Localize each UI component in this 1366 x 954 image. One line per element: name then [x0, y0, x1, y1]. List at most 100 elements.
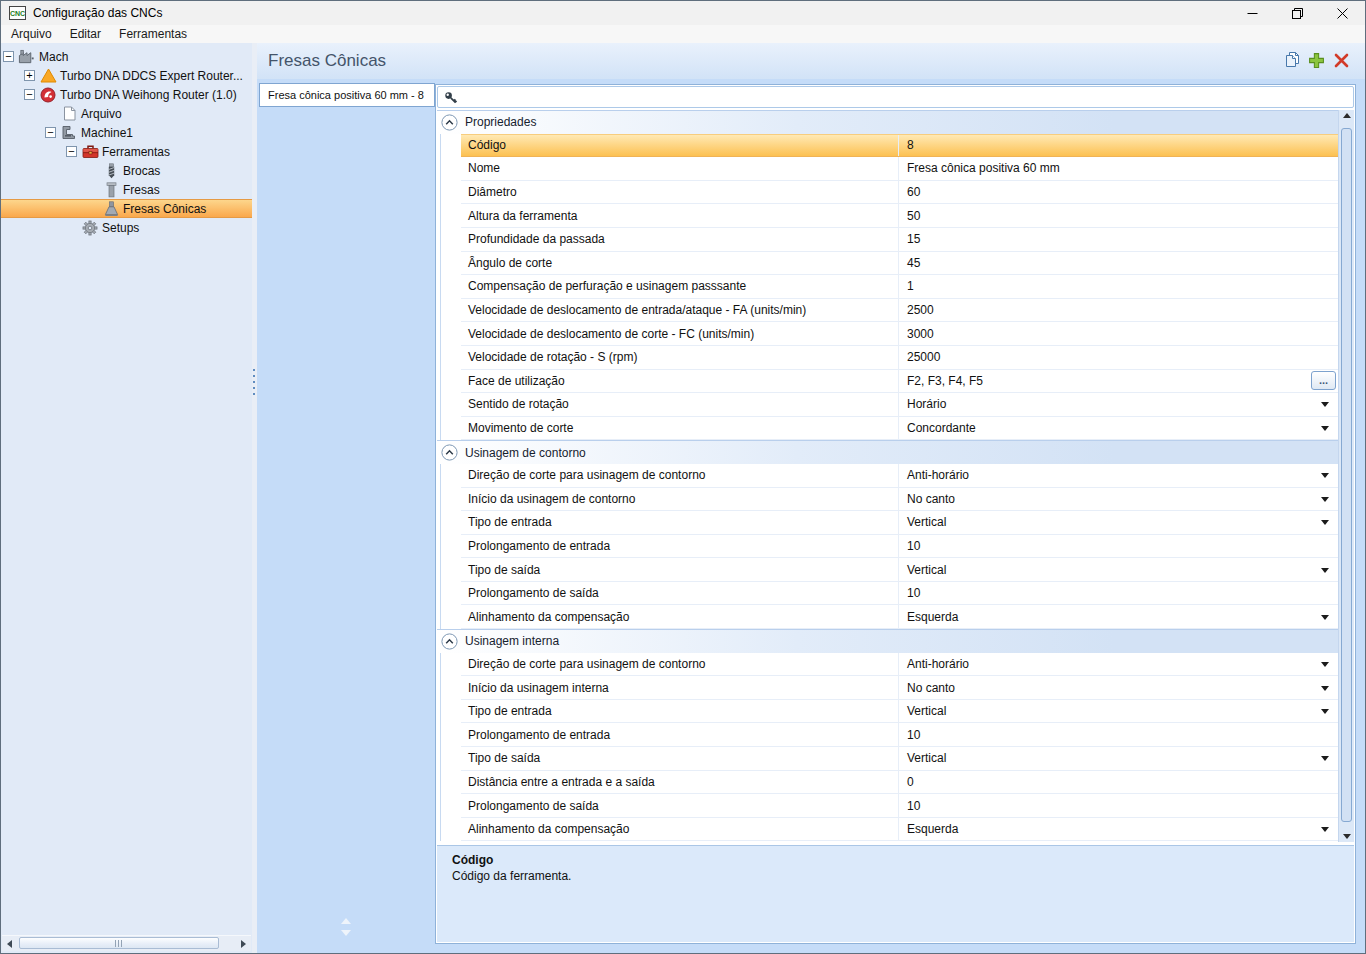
property-row[interactable]: Diâmetro60	[461, 181, 1338, 205]
collapse-icon[interactable]: −	[24, 89, 35, 100]
collapse-chevron-icon[interactable]	[441, 444, 458, 461]
property-value[interactable]: Concordante	[898, 417, 1338, 440]
collapse-chevron-icon[interactable]	[441, 114, 458, 131]
property-row[interactable]: Velocidade de rotação - S (rpm)25000	[461, 346, 1338, 370]
scroll-down-arrow[interactable]	[1339, 834, 1354, 839]
property-value[interactable]: Esquerda	[898, 605, 1338, 628]
section-header[interactable]: Propriedades	[437, 110, 1338, 134]
property-value[interactable]: Vertical	[898, 511, 1338, 534]
property-row[interactable]: Alinhamento da compensaçãoEsquerda	[461, 818, 1338, 842]
dropdown-arrow-icon[interactable]	[1321, 473, 1329, 478]
property-value[interactable]: Horário	[898, 393, 1338, 416]
property-value[interactable]: 0	[898, 771, 1338, 794]
property-row[interactable]: Face de utilizaçãoF2, F3, F4, F5...	[461, 370, 1338, 394]
property-value[interactable]: Vertical	[898, 700, 1338, 723]
delete-button[interactable]	[1332, 51, 1351, 69]
property-value[interactable]: 50	[898, 204, 1338, 227]
dropdown-arrow-icon[interactable]	[1321, 520, 1329, 525]
section-header[interactable]: Usinagem interna	[437, 629, 1338, 653]
menu-arquivo[interactable]: Arquivo	[11, 27, 52, 41]
menu-ferramentas[interactable]: Ferramentas	[119, 27, 187, 41]
property-row[interactable]: Prolongamento de saída10	[461, 794, 1338, 818]
property-value[interactable]: No canto	[898, 488, 1338, 511]
property-row[interactable]: Código8	[461, 134, 1338, 158]
tree-horizontal-scrollbar[interactable]	[2, 935, 251, 951]
property-row[interactable]: Direção de corte para usinagem de contor…	[461, 464, 1338, 488]
dropdown-arrow-icon[interactable]	[1321, 709, 1329, 714]
property-value[interactable]: Anti-horário	[898, 653, 1338, 676]
property-value[interactable]: Fresa cônica positiva 60 mm	[898, 157, 1338, 180]
property-value[interactable]: F2, F3, F4, F5...	[898, 370, 1338, 393]
dropdown-arrow-icon[interactable]	[1321, 426, 1329, 431]
tree-item[interactable]: Brocas	[1, 161, 252, 180]
minimize-button[interactable]	[1230, 1, 1275, 25]
tool-tab[interactable]: Fresa cônica positiva 60 mm - 8	[259, 83, 435, 107]
tree-item[interactable]: +Turbo DNA DDCS Expert Router...	[1, 66, 252, 85]
property-row[interactable]: Tipo de entradaVertical	[461, 700, 1338, 724]
property-row[interactable]: Velocidade de deslocamento de corte - FC…	[461, 322, 1338, 346]
dropdown-arrow-icon[interactable]	[1321, 686, 1329, 691]
property-value[interactable]: 10	[898, 723, 1338, 746]
property-value[interactable]: Vertical	[898, 558, 1338, 581]
collapse-chevron-icon[interactable]	[441, 633, 458, 650]
grid-scrollbar-thumb[interactable]	[1341, 128, 1352, 822]
tree-item[interactable]: Fresas	[1, 180, 252, 199]
expand-icon[interactable]: +	[24, 70, 35, 81]
property-row[interactable]: Início da usinagem internaNo canto	[461, 676, 1338, 700]
property-row[interactable]: Distância entre a entrada e a saída0	[461, 771, 1338, 795]
property-value[interactable]: 1	[898, 275, 1338, 298]
property-row[interactable]: Velocidade de deslocamento de entrada/at…	[461, 299, 1338, 323]
property-row[interactable]: Prolongamento de saída10	[461, 582, 1338, 606]
property-row[interactable]: Direção de corte para usinagem de contor…	[461, 653, 1338, 677]
property-value[interactable]: 10	[898, 535, 1338, 558]
property-value[interactable]: 10	[898, 582, 1338, 605]
property-row[interactable]: NomeFresa cônica positiva 60 mm	[461, 157, 1338, 181]
property-row[interactable]: Altura da ferramenta50	[461, 204, 1338, 228]
property-value[interactable]: 60	[898, 181, 1338, 204]
collapse-icon[interactable]: −	[66, 146, 77, 157]
property-value[interactable]: 15	[898, 228, 1338, 251]
dropdown-arrow-icon[interactable]	[1321, 568, 1329, 573]
collapse-icon[interactable]: −	[3, 51, 14, 62]
property-row[interactable]: Alinhamento da compensaçãoEsquerda	[461, 605, 1338, 629]
grid-vertical-scrollbar[interactable]	[1338, 110, 1354, 842]
property-row[interactable]: Profundidade da passada15	[461, 228, 1338, 252]
collapse-icon[interactable]: −	[45, 127, 56, 138]
property-value[interactable]: 2500	[898, 299, 1338, 322]
property-value[interactable]: 3000	[898, 322, 1338, 345]
section-header[interactable]: Usinagem de contorno	[437, 440, 1338, 464]
property-value[interactable]: 25000	[898, 346, 1338, 369]
property-value[interactable]: 10	[898, 794, 1338, 817]
tree-item[interactable]: −Mach	[1, 47, 252, 66]
copy-button[interactable]	[1282, 51, 1301, 69]
dropdown-arrow-icon[interactable]	[1321, 497, 1329, 502]
ellipsis-button[interactable]: ...	[1311, 371, 1336, 390]
property-row[interactable]: Prolongamento de entrada10	[461, 535, 1338, 559]
dropdown-arrow-icon[interactable]	[1321, 827, 1329, 832]
search-input[interactable]	[462, 88, 1349, 108]
property-row[interactable]: Prolongamento de entrada10	[461, 723, 1338, 747]
property-row[interactable]: Movimento de corteConcordante	[461, 417, 1338, 441]
tree-item[interactable]: Fresas Cônicas	[1, 199, 252, 218]
property-row[interactable]: Compensação de perfuração e usinagem pas…	[461, 275, 1338, 299]
property-row[interactable]: Ângulo de corte45	[461, 252, 1338, 276]
property-row[interactable]: Tipo de entradaVertical	[461, 511, 1338, 535]
tree-item[interactable]: −Machine1	[1, 123, 252, 142]
restore-button[interactable]	[1275, 1, 1320, 25]
scrollbar-thumb[interactable]	[19, 937, 219, 949]
property-value[interactable]: 8	[898, 135, 1338, 157]
tree-item[interactable]: Setups	[1, 218, 252, 237]
tree-item[interactable]: Arquivo	[1, 104, 252, 123]
add-button[interactable]	[1307, 51, 1326, 69]
collapse-grip[interactable]	[341, 918, 351, 936]
property-row[interactable]: Início da usinagem de contornoNo canto	[461, 488, 1338, 512]
dropdown-arrow-icon[interactable]	[1321, 756, 1329, 761]
property-value[interactable]: Esquerda	[898, 818, 1338, 841]
scroll-right-arrow[interactable]	[236, 936, 251, 951]
property-value[interactable]: 45	[898, 252, 1338, 275]
menu-editar[interactable]: Editar	[70, 27, 101, 41]
dropdown-arrow-icon[interactable]	[1321, 615, 1329, 620]
scroll-left-arrow[interactable]	[2, 936, 17, 951]
property-row[interactable]: Tipo de saídaVertical	[461, 747, 1338, 771]
tree-item[interactable]: −Ferramentas	[1, 142, 252, 161]
